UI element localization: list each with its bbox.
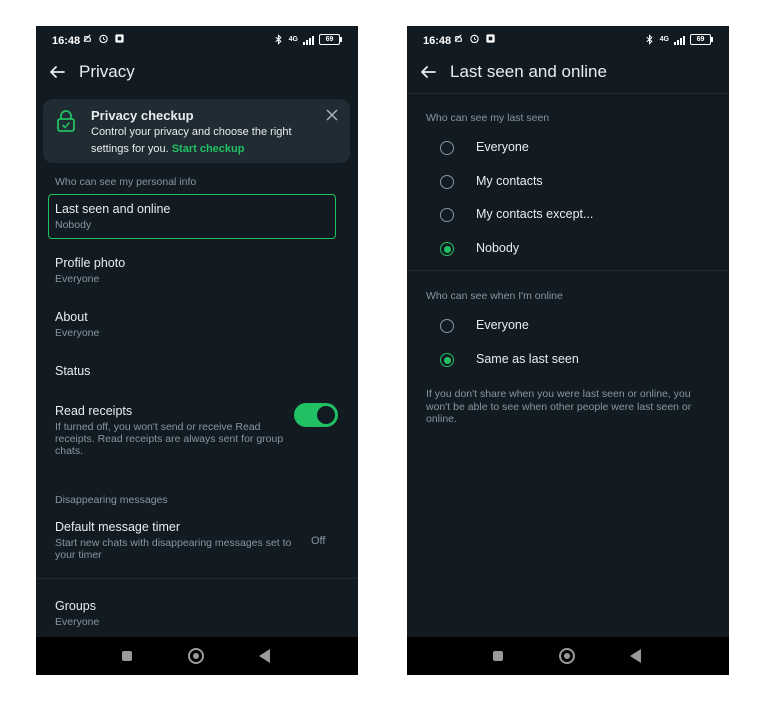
privacy-screen: 16:48 4G 69 Privacy Privacy checkup Cont… (36, 26, 358, 675)
option-everyone[interactable]: Everyone (407, 134, 729, 164)
recents-button[interactable] (122, 651, 132, 661)
item-description: If turned off, you won't send or receive… (55, 421, 284, 457)
last-seen-setting[interactable]: Last seen and online Nobody (55, 202, 170, 231)
signal-icon (674, 35, 685, 45)
signal-icon (303, 35, 314, 45)
online-option-everyone[interactable]: Everyone (407, 312, 729, 342)
item-title: Read receipts (55, 404, 133, 418)
online-option-same-as-last-seen[interactable]: Same as last seen (407, 346, 729, 376)
network-type: 4G (288, 36, 298, 43)
checkup-title: Privacy checkup (91, 108, 194, 123)
alarm-icon (99, 34, 108, 44)
option-my-contacts-except[interactable]: My contacts except... (407, 201, 729, 231)
back-arrow-icon[interactable] (48, 63, 66, 81)
item-value: Everyone (55, 273, 100, 285)
home-button[interactable] (559, 648, 575, 664)
status-bar: 16:48 4G 69 (407, 26, 729, 54)
item-title: Groups (55, 599, 96, 613)
network-type: 4G (659, 36, 669, 43)
radio-button[interactable] (440, 208, 454, 222)
groups-setting[interactable]: Groups Everyone (55, 599, 99, 628)
section-header-disappearing: Disappearing messages (55, 494, 168, 506)
option-nobody[interactable]: Nobody (407, 235, 729, 265)
back-button[interactable] (259, 649, 270, 663)
item-description: Start new chats with disappearing messag… (55, 537, 292, 561)
divider (407, 93, 729, 94)
mute-icon (454, 34, 462, 42)
recents-button[interactable] (493, 651, 503, 661)
last-seen-screen: 16:48 4G 69 Last seen and online Who can… (407, 26, 729, 675)
checkup-text: Control your privacy and choose the righ… (91, 124, 321, 158)
timer-value: Off (311, 535, 326, 547)
divider (36, 578, 358, 579)
item-title: Default message timer (55, 520, 181, 534)
item-title: Last seen and online (55, 202, 171, 216)
radio-button-selected[interactable] (440, 242, 454, 256)
lock-icon (57, 110, 75, 132)
option-label: Everyone (476, 140, 529, 154)
page-title: Privacy (79, 62, 135, 81)
message-timer-setting[interactable]: Default message timer Start new chats wi… (55, 520, 295, 561)
about-setting[interactable]: About Everyone (55, 310, 99, 339)
app-bar: Privacy (36, 54, 358, 92)
bluetooth-icon (275, 34, 282, 45)
close-icon[interactable] (326, 109, 338, 121)
option-label: My contacts except... (476, 207, 594, 221)
bluetooth-icon (646, 34, 653, 45)
notification-icon (115, 34, 124, 43)
item-value: Everyone (55, 327, 100, 339)
option-label: My contacts (476, 174, 543, 188)
divider (407, 270, 729, 271)
status-bar: 16:48 4G 69 (36, 26, 358, 54)
status-time: 16:48 (423, 35, 452, 47)
page-title: Last seen and online (450, 62, 607, 81)
option-my-contacts[interactable]: My contacts (407, 168, 729, 198)
option-label: Same as last seen (476, 352, 579, 366)
radio-button-selected[interactable] (440, 353, 454, 367)
read-receipts-setting[interactable]: Read receipts If turned off, you won't s… (55, 404, 285, 457)
notification-icon (486, 34, 495, 43)
read-receipts-toggle[interactable] (294, 403, 338, 427)
section-header-personal-info: Who can see my personal info (55, 176, 197, 188)
radio-button[interactable] (440, 319, 454, 333)
item-value: Everyone (55, 616, 100, 628)
home-button[interactable] (188, 648, 204, 664)
toggle-knob (317, 406, 335, 424)
status-setting[interactable]: Status (55, 364, 90, 378)
option-label: Nobody (476, 241, 520, 255)
status-time: 16:48 (52, 35, 81, 47)
item-title: About (55, 310, 88, 324)
mute-icon (83, 34, 91, 42)
item-value: Nobody (55, 219, 92, 231)
radio-button[interactable] (440, 141, 454, 155)
app-bar: Last seen and online (407, 54, 729, 92)
start-checkup-link[interactable]: Start checkup (172, 143, 245, 155)
alarm-icon (470, 34, 479, 44)
radio-button[interactable] (440, 175, 454, 189)
privacy-checkup-card[interactable]: Privacy checkup Control your privacy and… (43, 99, 350, 163)
section-header-last-seen: Who can see my last seen (426, 112, 550, 124)
battery-icon: 69 (690, 34, 713, 45)
footnote-text: If you don't share when you were last se… (426, 388, 692, 425)
item-title: Status (55, 364, 91, 378)
item-title: Profile photo (55, 256, 126, 270)
section-header-online: Who can see when I'm online (426, 290, 563, 302)
navigation-bar (36, 637, 358, 675)
back-button[interactable] (630, 649, 641, 663)
profile-photo-setting[interactable]: Profile photo Everyone (55, 256, 125, 285)
navigation-bar (407, 637, 729, 675)
option-label: Everyone (476, 318, 529, 332)
back-arrow-icon[interactable] (419, 63, 437, 81)
battery-icon: 69 (319, 34, 342, 45)
